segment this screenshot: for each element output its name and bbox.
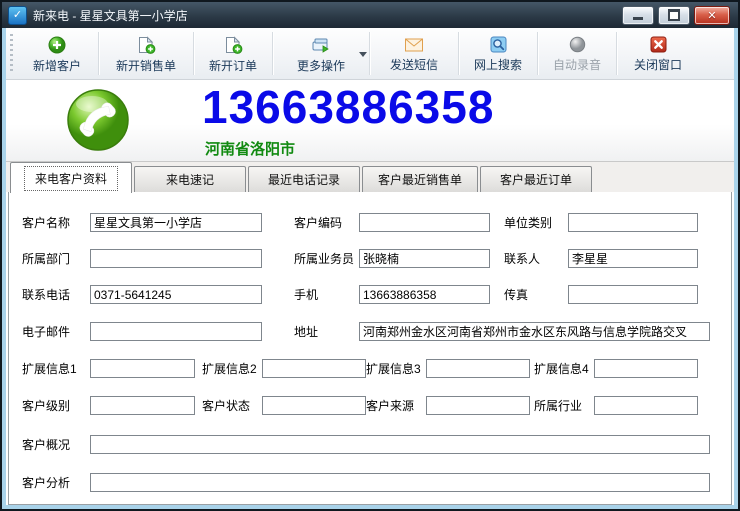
new-sales-order-button[interactable]: 新开销售单 [99, 28, 193, 79]
customer-level-input[interactable] [90, 396, 195, 415]
tab-strip: 来电客户资料 来电速记 最近电话记录 客户最近销售单 客户最近订单 [6, 162, 734, 192]
customer-source-label: 客户来源 [366, 396, 414, 416]
toolbar-button-label: 网上搜索 [474, 56, 522, 73]
toolbar-button-label: 更多操作 [297, 57, 345, 74]
customer-status-label: 客户状态 [202, 396, 250, 416]
minimize-icon [633, 17, 643, 20]
toolbar-button-label: 关闭窗口 [634, 56, 682, 73]
maximize-button[interactable] [658, 6, 690, 25]
app-logo-icon: ✓ [8, 6, 27, 25]
address-input[interactable] [359, 322, 710, 341]
ext-info4-label: 扩展信息4 [534, 359, 589, 379]
customer-source-input[interactable] [426, 396, 530, 415]
phone-icon [66, 88, 130, 152]
customer-code-input[interactable] [359, 213, 490, 232]
chevron-down-icon [359, 52, 367, 57]
email-label: 电子邮件 [22, 322, 70, 342]
industry-label: 所属行业 [534, 396, 582, 416]
contact-person-label: 联系人 [504, 249, 540, 269]
department-label: 所属部门 [22, 249, 70, 269]
tab-label: 最近电话记录 [268, 171, 340, 188]
customer-analysis-label: 客户分析 [22, 473, 70, 493]
close-window-icon [650, 36, 667, 53]
web-search-icon [490, 36, 507, 53]
unit-category-input[interactable] [568, 213, 698, 232]
window-frame: 新增客户 新开销售单 更多操作 [2, 28, 738, 509]
more-actions-button[interactable]: 更多操作 [273, 28, 369, 79]
ext-info1-input[interactable] [90, 359, 195, 378]
new-order-doc-icon [224, 36, 243, 54]
email-input[interactable] [90, 322, 262, 341]
ext-info2-input[interactable] [262, 359, 366, 378]
toolbar-button-label: 新开订单 [209, 57, 257, 74]
customer-name-label: 客户名称 [22, 213, 70, 233]
new-sales-doc-icon [137, 36, 156, 54]
tab-caller-customer-info[interactable]: 来电客户资料 [10, 162, 132, 193]
ext-info4-input[interactable] [594, 359, 698, 378]
toolbar-button-label: 新开销售单 [116, 57, 176, 74]
tab-label: 来电客户资料 [24, 166, 118, 191]
customer-analysis-input[interactable] [90, 473, 710, 492]
department-input[interactable] [90, 249, 262, 268]
window-title: 新来电 - 星星文具第一小学店 [33, 7, 622, 24]
tab-label: 客户最近订单 [500, 171, 572, 188]
title-bar: ✓ 新来电 - 星星文具第一小学店 ✕ [2, 2, 738, 28]
web-search-button[interactable]: 网上搜索 [459, 28, 537, 79]
close-button[interactable]: ✕ [694, 6, 730, 25]
unit-category-label: 单位类别 [504, 213, 552, 233]
caller-panel: 13663886358 河南省洛阳市 [6, 80, 734, 162]
more-actions-icon [311, 36, 331, 54]
customer-overview-label: 客户概况 [22, 435, 70, 455]
toolbar-button-label: 新增客户 [33, 57, 81, 74]
customer-name-input[interactable] [90, 213, 262, 232]
contact-person-input[interactable] [568, 249, 698, 268]
contact-phone-label: 联系电话 [22, 285, 70, 305]
contact-phone-input[interactable] [90, 285, 262, 304]
close-window-button[interactable]: 关闭窗口 [617, 28, 699, 79]
sms-envelope-icon [404, 37, 424, 53]
ext-info2-label: 扩展信息2 [202, 359, 257, 379]
salesperson-input[interactable] [359, 249, 490, 268]
ext-info3-label: 扩展信息3 [366, 359, 421, 379]
incoming-call-window: ✓ 新来电 - 星星文具第一小学店 ✕ 新增客户 [0, 0, 740, 511]
customer-overview-input[interactable] [90, 435, 710, 454]
mobile-input[interactable] [359, 285, 490, 304]
new-order-button[interactable]: 更多操作 新开订单 [194, 28, 272, 79]
window-controls: ✕ [622, 6, 730, 25]
toolbar: 新增客户 新开销售单 更多操作 [6, 28, 734, 80]
ext-info1-label: 扩展信息1 [22, 359, 77, 379]
maximize-icon [668, 9, 680, 21]
toolbar-grip-icon [10, 34, 13, 73]
customer-info-page: 客户名称 客户编码 单位类别 所属部门 所属业务员 联系人 联系电话 手机 传真… [8, 191, 732, 505]
toolbar-button-label: 发送短信 [390, 56, 438, 73]
add-customer-icon [48, 36, 66, 54]
tab-recent-orders[interactable]: 客户最近订单 [480, 166, 592, 192]
salesperson-label: 所属业务员 [294, 249, 354, 269]
fax-label: 传真 [504, 285, 528, 305]
address-label: 地址 [294, 322, 318, 342]
customer-code-label: 客户编码 [294, 213, 342, 233]
tab-label: 客户最近销售单 [378, 171, 462, 188]
customer-level-label: 客户级别 [22, 396, 70, 416]
minimize-button[interactable] [622, 6, 654, 25]
fax-input[interactable] [568, 285, 698, 304]
auto-record-button: 自动录音 [538, 28, 616, 79]
send-sms-button[interactable]: 发送短信 [370, 28, 458, 79]
customer-status-input[interactable] [262, 396, 366, 415]
record-icon [569, 36, 586, 53]
tab-label: 来电速记 [166, 171, 214, 188]
caller-location: 河南省洛阳市 [205, 138, 295, 159]
caller-phone-number: 13663886358 [202, 80, 494, 134]
ext-info3-input[interactable] [426, 359, 530, 378]
mobile-label: 手机 [294, 285, 318, 305]
add-customer-button[interactable]: 新增客户 [16, 28, 98, 79]
toolbar-button-label: 自动录音 [553, 56, 601, 73]
industry-input[interactable] [594, 396, 698, 415]
tab-call-notes[interactable]: 来电速记 [134, 166, 246, 192]
tab-recent-sales-orders[interactable]: 客户最近销售单 [362, 166, 478, 192]
tab-recent-calls[interactable]: 最近电话记录 [248, 166, 360, 192]
